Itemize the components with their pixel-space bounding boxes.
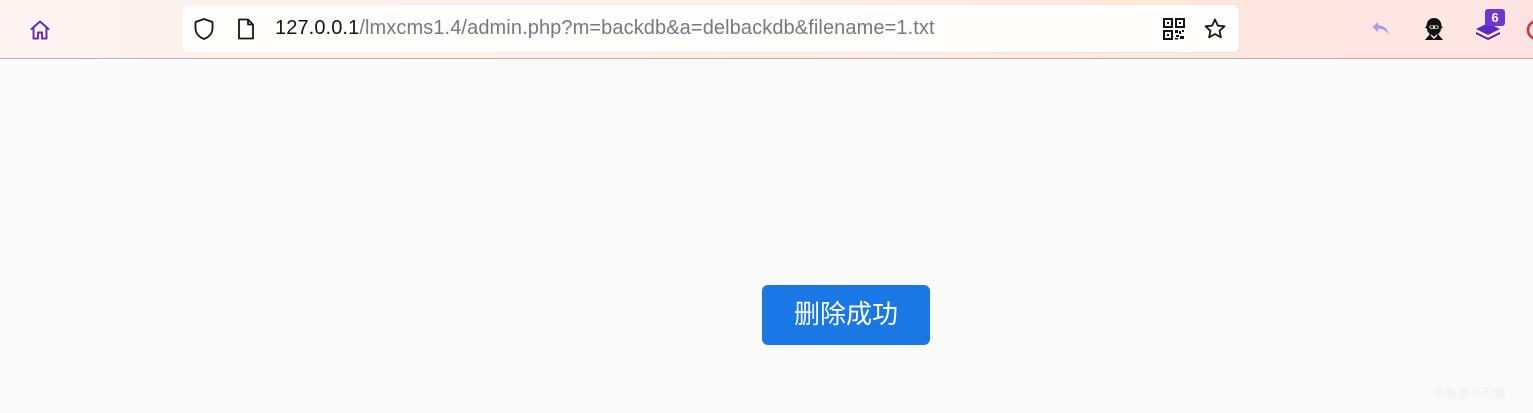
browser-toolbar: 127.0.0.1/lmxcms1.4/admin.php?m=backdb&a… <box>0 0 1533 59</box>
spy-extension-button[interactable] <box>1419 14 1449 44</box>
url-host: 127.0.0.1 <box>275 17 360 39</box>
extensions-badge: 6 <box>1485 9 1505 26</box>
edge-extension-icon[interactable] <box>1525 18 1533 42</box>
qr-code-icon[interactable] <box>1163 18 1185 40</box>
page-info-icon[interactable] <box>236 17 256 41</box>
url-text[interactable]: 127.0.0.1/lmxcms1.4/admin.php?m=backdb&a… <box>275 5 935 52</box>
home-icon <box>30 20 50 40</box>
spy-extension-icon <box>1425 18 1443 40</box>
bookmark-star-icon[interactable] <box>1203 17 1227 41</box>
address-bar[interactable]: 127.0.0.1/lmxcms1.4/admin.php?m=backdb&a… <box>182 5 1239 52</box>
undo-arrow-icon <box>1372 22 1389 35</box>
record-icon <box>1526 20 1533 40</box>
tracking-shield-icon[interactable] <box>193 17 215 41</box>
undo-extension-button[interactable] <box>1366 14 1396 44</box>
success-message-toast: 删除成功 <box>762 285 930 345</box>
page-content: 删除成功 头条@小天锁 <box>0 60 1533 413</box>
home-button[interactable] <box>25 16 55 44</box>
watermark: 头条@小天锁 <box>1432 386 1505 400</box>
url-path: /lmxcms1.4/admin.php?m=backdb&a=delbackd… <box>359 17 935 39</box>
